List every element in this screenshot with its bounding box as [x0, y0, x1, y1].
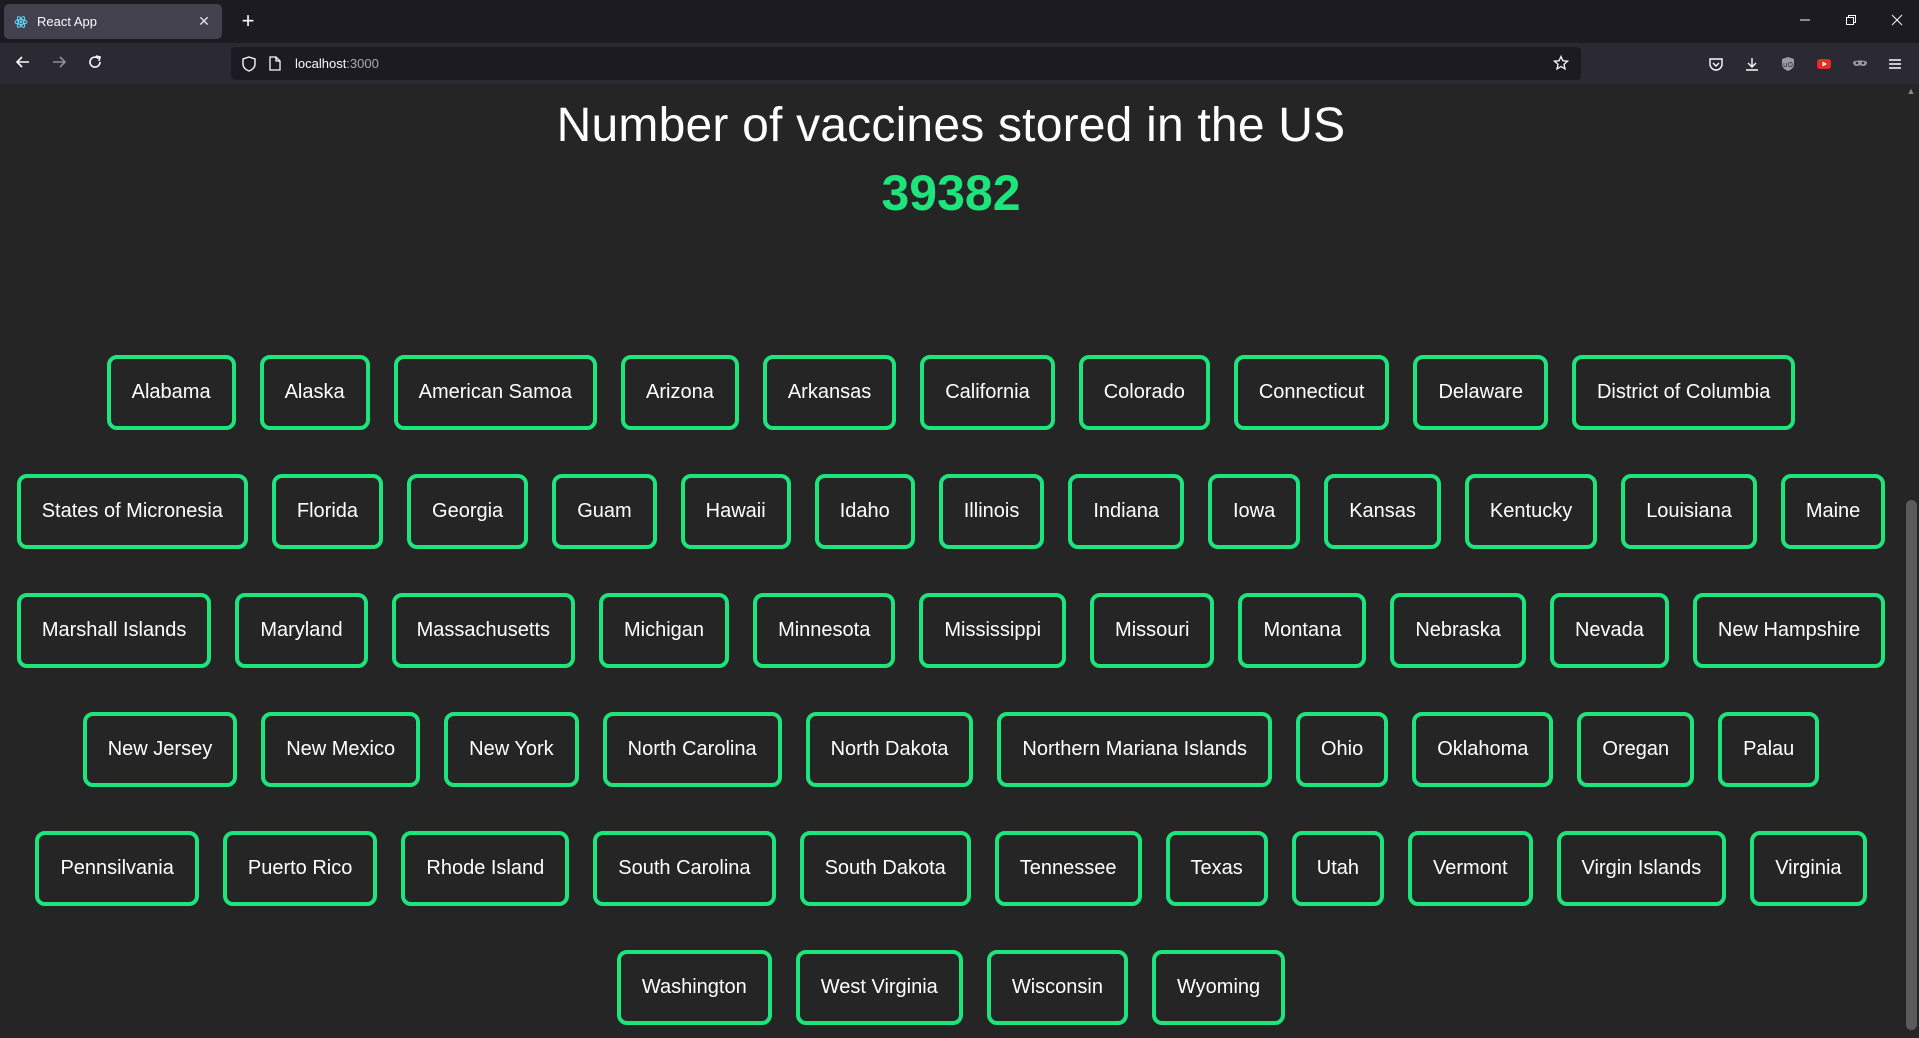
state-button[interactable]: Nebraska [1390, 593, 1526, 668]
state-button[interactable]: South Dakota [799, 831, 971, 906]
state-button[interactable]: Pennsilvania [35, 831, 199, 906]
state-row-6: Washington West Virginia Wisconsin Wyomi… [0, 950, 1902, 1025]
state-button[interactable]: Missouri [1090, 593, 1215, 668]
address-bar[interactable]: localhost:3000 [231, 47, 1581, 80]
state-button[interactable]: Arizona [621, 355, 739, 430]
state-button[interactable]: Northern Mariana Islands [997, 712, 1272, 787]
state-button[interactable]: Kentucky [1464, 474, 1598, 549]
state-button[interactable]: Guam [552, 474, 657, 549]
state-button[interactable]: Mississippi [919, 593, 1067, 668]
state-button[interactable]: New York [444, 712, 579, 787]
state-button[interactable]: Connecticut [1233, 355, 1390, 430]
state-button[interactable]: Utah [1291, 831, 1385, 906]
state-button[interactable]: Minnesota [753, 593, 896, 668]
state-button[interactable]: Palau [1718, 712, 1820, 787]
state-button[interactable]: South Carolina [593, 831, 776, 906]
state-button[interactable]: Puerto Rico [222, 831, 378, 906]
close-window-icon[interactable] [1882, 8, 1912, 34]
state-button[interactable]: Maryland [235, 593, 368, 668]
state-button[interactable]: Oklahoma [1412, 712, 1554, 787]
scrollbar-thumb[interactable] [1906, 500, 1917, 1030]
state-row-5: Pennsilvania Puerto Rico Rhode Island So… [0, 831, 1902, 906]
state-button[interactable]: Illinois [938, 474, 1045, 549]
tab-title: React App [37, 14, 97, 29]
shield-icon[interactable] [239, 54, 259, 74]
state-button[interactable]: Virgin Islands [1556, 831, 1727, 906]
scroll-up-arrow-icon[interactable]: ▲ [1905, 86, 1917, 96]
state-row-3: Marshall Islands Maryland Massachusetts … [0, 593, 1902, 668]
bookmark-star-icon[interactable] [1551, 53, 1571, 73]
page-title: Number of vaccines stored in the US [556, 99, 1346, 152]
state-button[interactable]: Louisiana [1621, 474, 1757, 549]
minimize-icon[interactable] [1790, 8, 1820, 34]
state-button[interactable]: Wisconsin [986, 950, 1128, 1025]
state-button[interactable]: Texas [1165, 831, 1268, 906]
state-row-2: States of Micronesia Florida Georgia Gua… [0, 474, 1902, 549]
menu-hamburger-icon[interactable] [1884, 53, 1906, 75]
state-button[interactable]: Idaho [814, 474, 915, 549]
state-button[interactable]: Oregan [1577, 712, 1695, 787]
vaccine-count: 39382 [881, 165, 1021, 221]
react-logo-icon [14, 15, 28, 29]
state-button[interactable]: Iowa [1207, 474, 1301, 549]
navigation-toolbar: localhost:3000 uO [0, 43, 1919, 84]
pocket-icon[interactable] [1705, 53, 1727, 75]
state-button[interactable]: North Dakota [805, 712, 974, 787]
state-button[interactable]: West Virginia [795, 950, 963, 1025]
page-content: Number of vaccines stored in the US 3938… [0, 84, 1902, 1038]
state-button[interactable]: Kansas [1324, 474, 1441, 549]
state-button[interactable]: Indiana [1068, 474, 1184, 549]
state-button[interactable]: Montana [1238, 593, 1367, 668]
youtube-extension-icon[interactable] [1813, 53, 1835, 75]
state-button[interactable]: Vermont [1408, 831, 1533, 906]
state-button[interactable]: Washington [616, 950, 772, 1025]
state-button[interactable]: California [920, 355, 1055, 430]
extension-mask-icon[interactable] [1849, 53, 1871, 75]
state-button[interactable]: Marshall Islands [16, 593, 212, 668]
tab-bar: React App ✕ + [0, 0, 1919, 43]
url-host: localhost [295, 56, 347, 71]
state-button[interactable]: Tennessee [994, 831, 1142, 906]
state-button[interactable]: American Samoa [393, 355, 598, 430]
state-button[interactable]: Alabama [106, 355, 236, 430]
state-button[interactable]: States of Micronesia [16, 474, 248, 549]
state-button[interactable]: New Mexico [261, 712, 421, 787]
state-row-1: Alabama Alaska American Samoa Arizona Ar… [0, 355, 1902, 430]
state-button[interactable]: District of Columbia [1571, 355, 1796, 430]
state-button[interactable]: Delaware [1413, 355, 1548, 430]
state-button[interactable]: Rhode Island [401, 831, 570, 906]
forward-arrow-icon[interactable] [46, 51, 72, 77]
state-button[interactable]: Colorado [1078, 355, 1210, 430]
state-button[interactable]: New Jersey [82, 712, 238, 787]
state-button[interactable]: Arkansas [762, 355, 897, 430]
new-tab-button[interactable]: + [236, 9, 260, 33]
state-button[interactable]: Massachusetts [391, 593, 576, 668]
url-port: :3000 [346, 56, 379, 71]
state-button[interactable]: Florida [271, 474, 384, 549]
state-button[interactable]: New Hampshire [1692, 593, 1886, 668]
state-button[interactable]: Virginia [1750, 831, 1867, 906]
state-button[interactable]: Ohio [1295, 712, 1389, 787]
close-tab-icon[interactable]: ✕ [196, 13, 212, 30]
restore-icon[interactable] [1836, 8, 1866, 34]
state-button[interactable]: Michigan [599, 593, 730, 668]
page-icon [265, 54, 285, 74]
state-button[interactable]: Maine [1780, 474, 1886, 549]
state-button[interactable]: Georgia [407, 474, 529, 549]
state-button[interactable]: Wyoming [1151, 950, 1286, 1025]
svg-text:uO: uO [1783, 61, 1793, 69]
state-button[interactable]: Hawaii [680, 474, 791, 549]
back-arrow-icon[interactable] [10, 51, 36, 77]
state-row-4: New Jersey New Mexico New York North Car… [0, 712, 1902, 787]
reload-icon[interactable] [82, 51, 108, 77]
download-icon[interactable] [1741, 53, 1763, 75]
tab-react-app[interactable]: React App ✕ [4, 4, 222, 39]
state-button[interactable]: Alaska [259, 355, 370, 430]
state-button[interactable]: North Carolina [602, 712, 782, 787]
state-button[interactable]: Nevada [1549, 593, 1669, 668]
ublock-shield-icon[interactable]: uO [1777, 53, 1799, 75]
